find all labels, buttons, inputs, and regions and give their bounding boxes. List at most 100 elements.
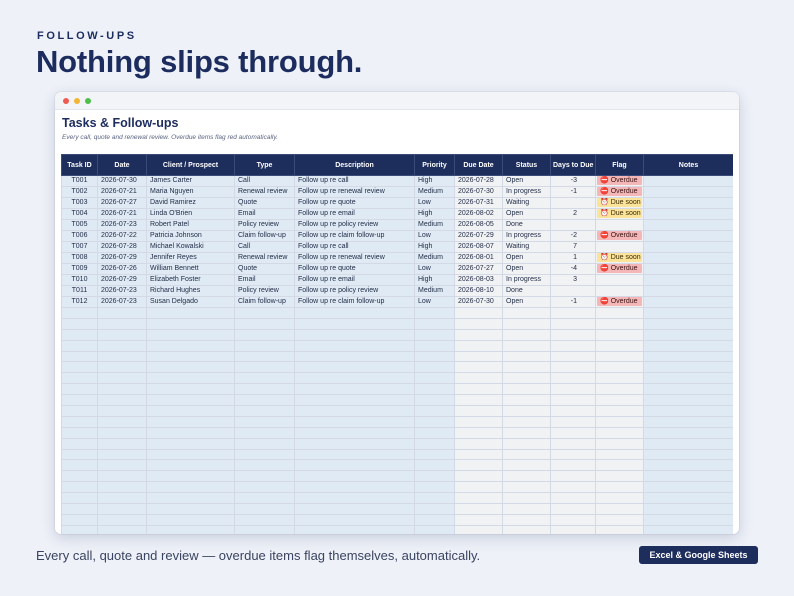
cell-status[interactable]: Open <box>502 208 551 220</box>
empty-cell[interactable] <box>550 459 596 472</box>
cell-days-to-due[interactable] <box>550 219 596 231</box>
cell-priority[interactable]: Medium <box>414 252 455 264</box>
col-header-due-date[interactable]: Due Date <box>454 154 503 176</box>
empty-cell[interactable] <box>146 328 235 341</box>
empty-cell[interactable] <box>502 437 551 450</box>
cell-days-to-due[interactable]: -4 <box>550 263 596 275</box>
empty-cell[interactable] <box>414 361 455 374</box>
empty-cell[interactable] <box>414 492 455 505</box>
empty-cell[interactable] <box>502 339 551 352</box>
cell-type[interactable]: Renewal review <box>234 252 295 264</box>
cell-priority[interactable]: Low <box>414 296 455 308</box>
empty-cell[interactable] <box>234 339 295 352</box>
empty-cell[interactable] <box>454 405 503 417</box>
empty-cell[interactable] <box>502 448 551 461</box>
empty-cell[interactable] <box>234 426 295 439</box>
empty-cell[interactable] <box>294 372 415 385</box>
empty-cell[interactable] <box>146 448 235 461</box>
empty-cell[interactable] <box>502 459 551 472</box>
empty-cell[interactable] <box>595 459 644 472</box>
empty-cell[interactable] <box>146 339 235 352</box>
empty-cell[interactable] <box>61 328 98 341</box>
empty-cell[interactable] <box>414 481 455 494</box>
cell-type[interactable]: Renewal review <box>234 186 295 198</box>
empty-cell[interactable] <box>146 415 235 428</box>
empty-cell[interactable] <box>234 317 295 330</box>
cell-notes[interactable] <box>643 208 733 220</box>
cell-flag[interactable] <box>595 285 644 297</box>
cell-description[interactable]: Follow up re call <box>294 241 415 253</box>
empty-cell[interactable] <box>234 448 295 461</box>
cell-description[interactable]: Follow up re claim follow-up <box>294 296 415 308</box>
empty-cell[interactable] <box>61 492 98 505</box>
cell-notes[interactable] <box>643 197 733 209</box>
empty-cell[interactable] <box>643 513 733 526</box>
empty-cell[interactable] <box>595 437 644 450</box>
cell-description[interactable]: Follow up re email <box>294 208 415 220</box>
empty-cell[interactable] <box>294 405 415 417</box>
cell-notes[interactable] <box>643 263 733 275</box>
cell-status[interactable]: Open <box>502 296 551 308</box>
empty-cell[interactable] <box>454 383 503 396</box>
empty-cell[interactable] <box>502 361 551 374</box>
maximize-window-dot[interactable] <box>85 98 91 104</box>
empty-cell[interactable] <box>595 383 644 396</box>
empty-cell[interactable] <box>234 470 295 483</box>
empty-cell[interactable] <box>454 394 503 407</box>
empty-cell[interactable] <box>61 426 98 439</box>
empty-cell[interactable] <box>234 524 295 534</box>
empty-cell[interactable] <box>595 448 644 461</box>
cell-client[interactable]: Patricia Johnson <box>146 230 235 242</box>
empty-cell[interactable] <box>595 307 644 319</box>
empty-cell[interactable] <box>61 481 98 494</box>
empty-cell[interactable] <box>454 481 503 494</box>
empty-cell[interactable] <box>502 426 551 439</box>
cell-flag[interactable]: ⏰ Due soon <box>595 252 644 264</box>
cell-type[interactable]: Policy review <box>234 285 295 297</box>
cell-task-id[interactable]: T002 <box>61 186 98 198</box>
cell-priority[interactable]: Low <box>414 197 455 209</box>
cell-days-to-due[interactable]: -1 <box>550 186 596 198</box>
cell-task-id[interactable]: T010 <box>61 274 98 286</box>
cell-description[interactable]: Follow up re quote <box>294 197 415 209</box>
empty-cell[interactable] <box>97 317 147 330</box>
empty-cell[interactable] <box>61 470 98 483</box>
empty-cell[interactable] <box>146 470 235 483</box>
cell-status[interactable]: Done <box>502 285 551 297</box>
cell-due-date[interactable]: 2026-07-28 <box>454 175 503 187</box>
empty-cell[interactable] <box>234 372 295 385</box>
col-header-client[interactable]: Client / Prospect <box>146 154 235 176</box>
empty-cell[interactable] <box>97 350 147 363</box>
empty-cell[interactable] <box>643 459 733 472</box>
empty-cell[interactable] <box>414 405 455 417</box>
empty-cell[interactable] <box>502 372 551 385</box>
cell-days-to-due[interactable]: 1 <box>550 252 596 264</box>
cell-description[interactable]: Follow up re policy review <box>294 285 415 297</box>
empty-cell[interactable] <box>414 394 455 407</box>
cell-due-date[interactable]: 2026-07-27 <box>454 263 503 275</box>
empty-cell[interactable] <box>414 459 455 472</box>
cell-priority[interactable]: High <box>414 241 455 253</box>
cell-notes[interactable] <box>643 252 733 264</box>
empty-cell[interactable] <box>502 415 551 428</box>
empty-cell[interactable] <box>595 470 644 483</box>
cell-priority[interactable]: High <box>414 208 455 220</box>
empty-cell[interactable] <box>643 317 733 330</box>
empty-cell[interactable] <box>146 503 235 515</box>
cell-flag[interactable]: ⛔ Overdue <box>595 175 644 187</box>
cell-status[interactable]: Waiting <box>502 197 551 209</box>
empty-cell[interactable] <box>234 437 295 450</box>
empty-cell[interactable] <box>550 405 596 417</box>
empty-cell[interactable] <box>502 492 551 505</box>
empty-cell[interactable] <box>61 513 98 526</box>
empty-cell[interactable] <box>234 513 295 526</box>
cell-type[interactable]: Quote <box>234 197 295 209</box>
cell-status[interactable]: Open <box>502 175 551 187</box>
empty-cell[interactable] <box>234 350 295 363</box>
cell-days-to-due[interactable]: -1 <box>550 296 596 308</box>
empty-cell[interactable] <box>502 513 551 526</box>
empty-cell[interactable] <box>454 492 503 505</box>
cell-client[interactable]: Richard Hughes <box>146 285 235 297</box>
cell-client[interactable]: Robert Patel <box>146 219 235 231</box>
cell-notes[interactable] <box>643 296 733 308</box>
